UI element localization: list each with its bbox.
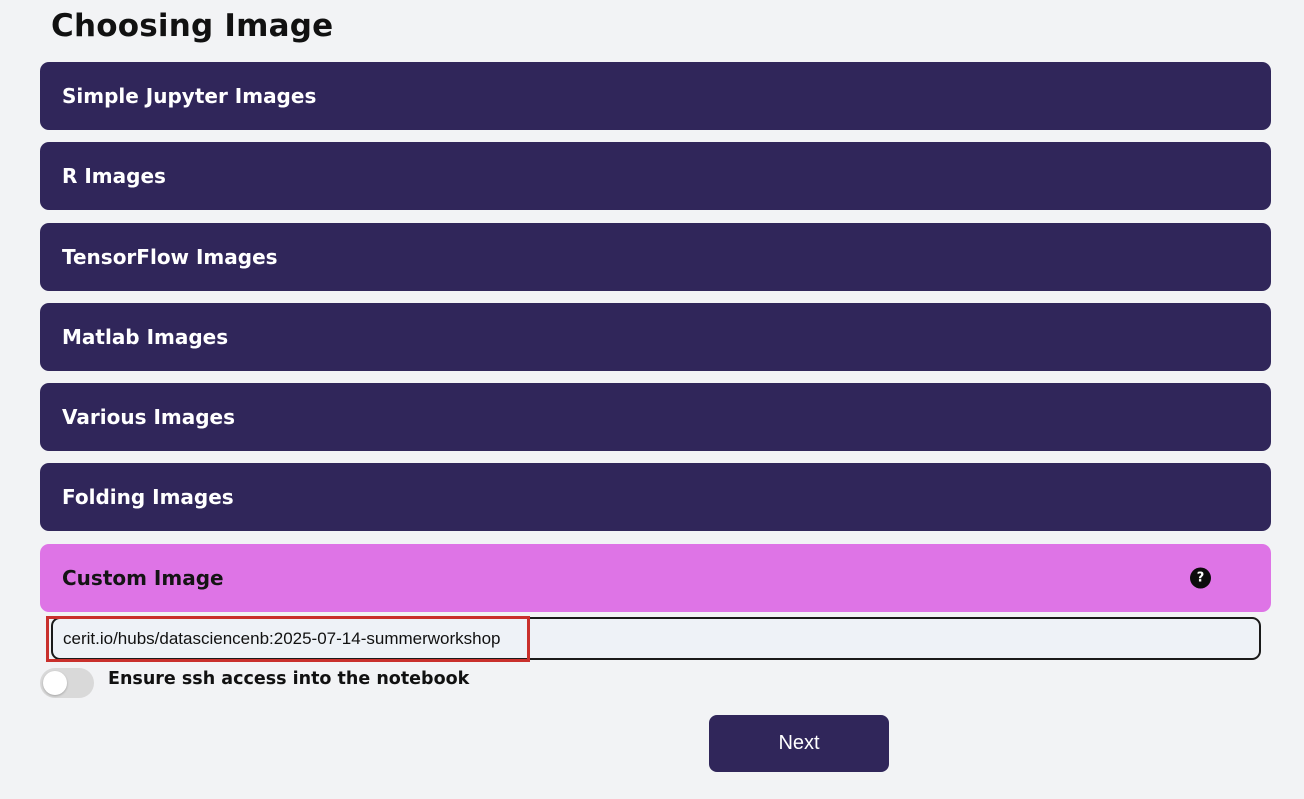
- image-category-accordion: Simple Jupyter Images R Images TensorFlo…: [40, 62, 1271, 624]
- custom-image-input[interactable]: [51, 617, 1261, 660]
- accordion-item-matlab-images[interactable]: Matlab Images: [40, 302, 1271, 371]
- accordion-item-label: R Images: [62, 164, 166, 189]
- accordion-item-label: Simple Jupyter Images: [62, 84, 317, 108]
- accordion-item-folding-images[interactable]: Folding Images: [40, 463, 1271, 532]
- question-circle-icon[interactable]: ?: [1190, 567, 1211, 589]
- accordion-item-simple-jupyter-images[interactable]: Simple Jupyter Images: [40, 62, 1271, 130]
- ssh-access-toggle[interactable]: [40, 668, 94, 698]
- ssh-access-label: Ensure ssh access into the notebook: [108, 669, 470, 689]
- accordion-item-r-images[interactable]: R Images: [40, 142, 1271, 211]
- accordion-item-label: Various Images: [62, 405, 236, 430]
- accordion-item-label: Matlab Images: [62, 324, 229, 349]
- accordion-item-label: Folding Images: [62, 485, 234, 510]
- accordion-item-tensorflow-images[interactable]: TensorFlow Images: [40, 222, 1271, 291]
- next-button[interactable]: Next: [709, 715, 889, 772]
- accordion-item-various-images[interactable]: Various Images: [40, 383, 1271, 452]
- accordion-item-label: TensorFlow Images: [62, 244, 278, 269]
- page-title: Choosing Image: [51, 8, 334, 44]
- accordion-item-label: Custom Image: [62, 565, 224, 590]
- accordion-item-custom-image[interactable]: Custom Image ?: [40, 543, 1271, 612]
- toggle-knob: [43, 671, 67, 695]
